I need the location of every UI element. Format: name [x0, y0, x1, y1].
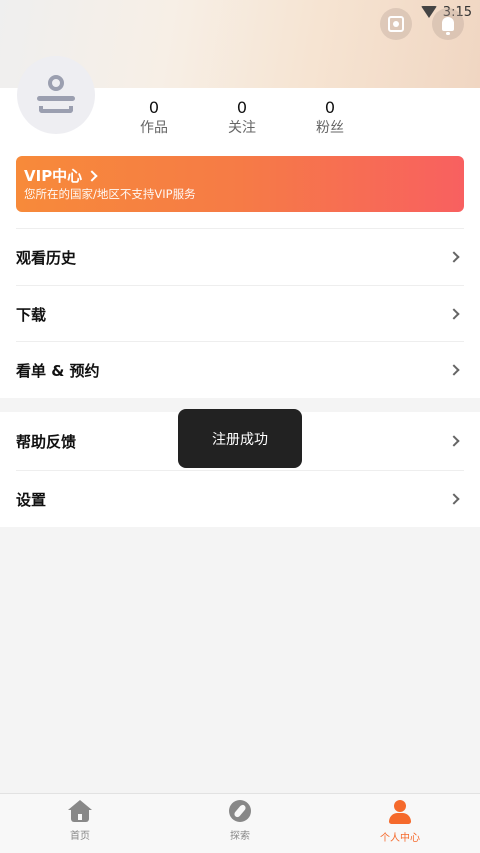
toast-message: 注册成功	[178, 409, 302, 468]
stat-label: 粉丝	[316, 120, 344, 136]
chevron-right-icon	[448, 364, 460, 376]
nav-item-label: 探索	[230, 831, 250, 842]
user-placeholder-icon	[37, 75, 75, 115]
menu-item-download[interactable]: 下载	[0, 286, 480, 342]
person-icon	[389, 800, 411, 824]
chevron-right-icon	[448, 308, 460, 320]
stat-works[interactable]: 0 作品	[110, 98, 198, 138]
chevron-right-icon	[448, 251, 460, 263]
nav-item-label: 首页	[70, 831, 90, 842]
menu-item-label: 帮助反馈	[16, 432, 77, 451]
menu-item-settings[interactable]: 设置	[0, 471, 480, 527]
bell-icon	[442, 17, 454, 35]
bottom-nav: 首页 探索 个人中心	[0, 793, 480, 853]
stat-label: 关注	[228, 120, 256, 136]
avatar[interactable]	[17, 56, 95, 134]
menu-item-label: 看单 & 预约	[16, 361, 100, 380]
vip-subtitle: 您所在的国家/地区不支持VIP服务	[24, 187, 196, 201]
stat-label: 作品	[140, 120, 168, 136]
profile-stats: 0 作品 0 关注 0 粉丝	[110, 98, 374, 138]
nav-item-label: 个人中心	[380, 833, 420, 844]
menu-item-label: 设置	[16, 490, 47, 509]
stat-value: 0	[148, 98, 160, 117]
vip-title-row: VIP中心	[24, 166, 456, 186]
stat-following[interactable]: 0 关注	[198, 98, 286, 138]
chevron-right-icon	[448, 435, 460, 447]
nav-item-explore[interactable]: 探索	[160, 794, 320, 853]
menu-item-watchlist[interactable]: 看单 & 预约	[0, 342, 480, 398]
compass-icon	[229, 800, 251, 822]
chevron-right-icon	[448, 493, 460, 505]
menu-item-label: 下载	[16, 305, 47, 324]
menu-item-label: 观看历史	[16, 248, 77, 267]
menu-item-watch-history[interactable]: 观看历史	[0, 229, 480, 285]
vip-banner[interactable]: VIP中心 您所在的国家/地区不支持VIP服务	[16, 156, 464, 212]
nav-item-home[interactable]: 首页	[0, 794, 160, 853]
stat-value: 0	[324, 98, 336, 117]
scan-button[interactable]	[380, 8, 412, 40]
nav-item-profile[interactable]: 个人中心	[320, 794, 480, 853]
stat-value: 0	[236, 98, 248, 117]
scan-icon	[388, 16, 404, 32]
home-icon	[68, 800, 92, 822]
stat-fans[interactable]: 0 粉丝	[286, 98, 374, 138]
vip-title: VIP中心	[24, 167, 83, 185]
notification-button[interactable]	[432, 8, 464, 40]
chevron-right-icon	[86, 170, 98, 182]
